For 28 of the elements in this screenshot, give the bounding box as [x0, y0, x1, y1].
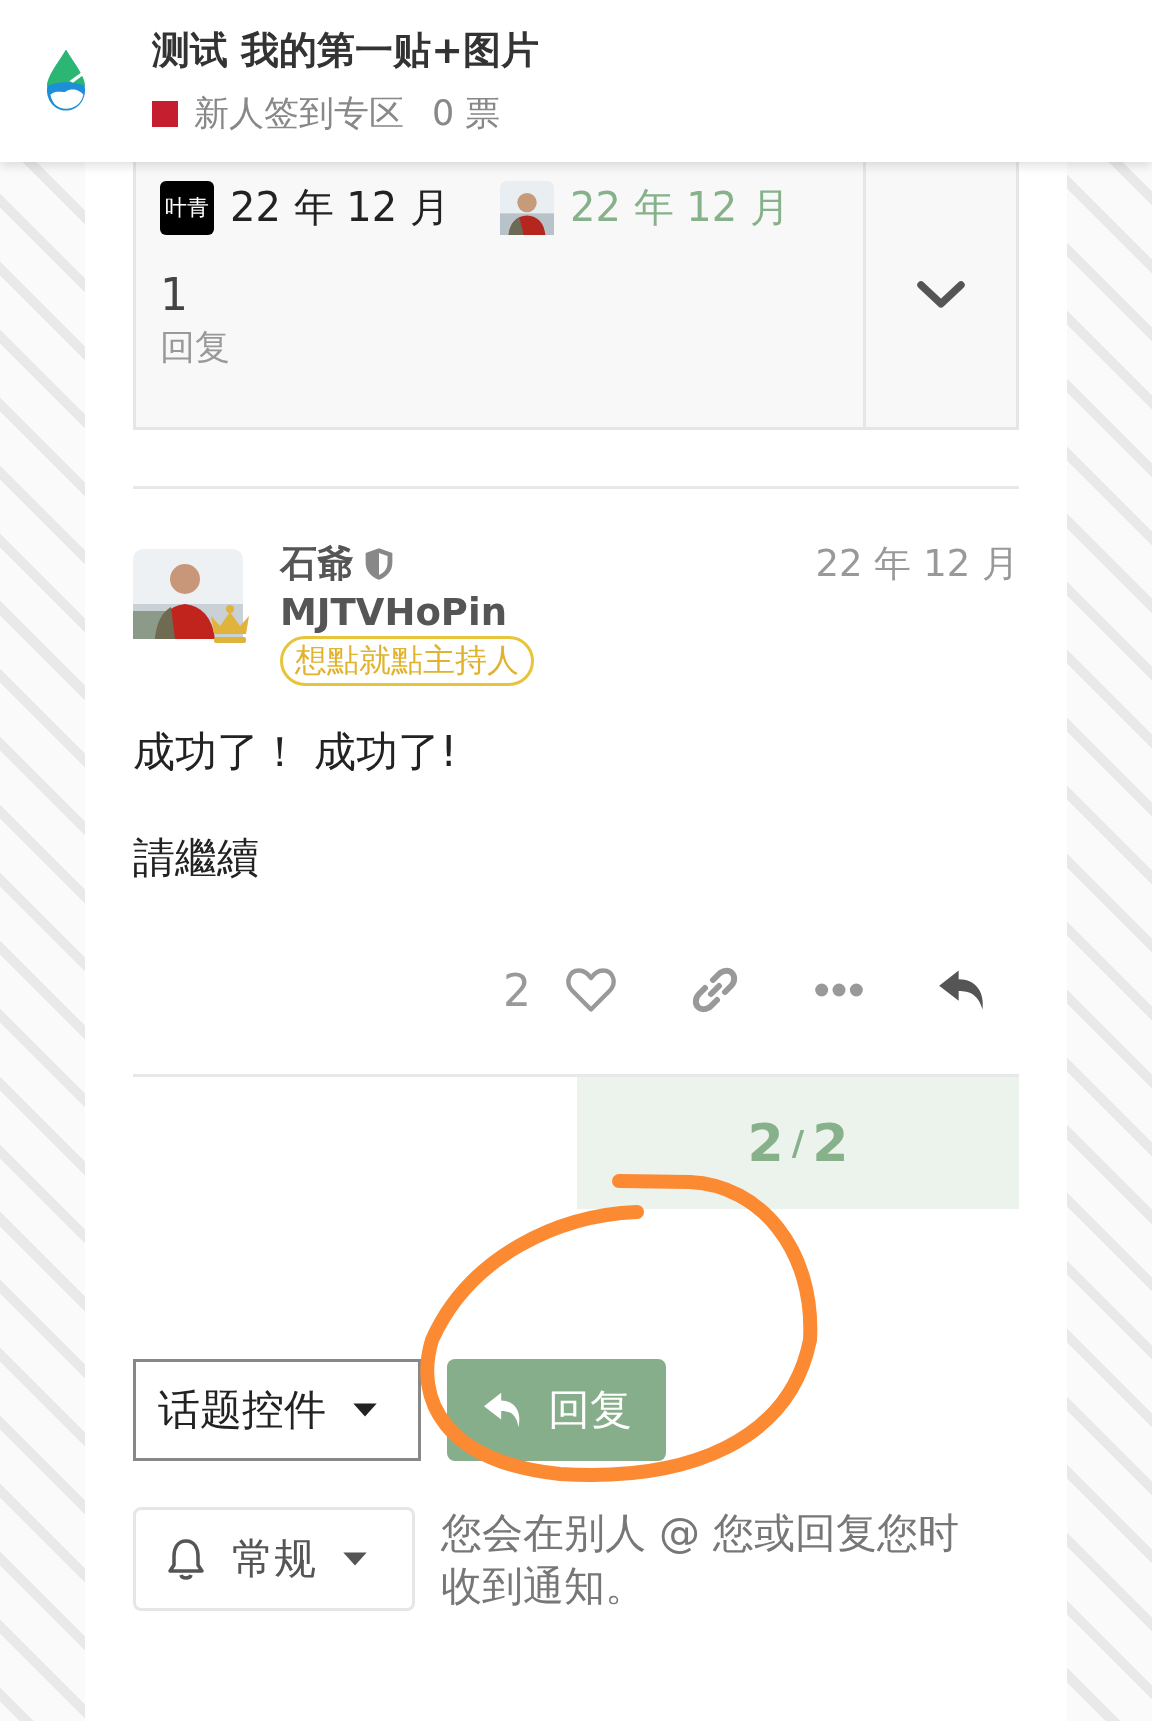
shield-icon — [364, 547, 394, 581]
vote-count: 0 票 — [432, 92, 501, 135]
like-count[interactable]: 2 — [503, 964, 531, 1016]
post-progress-indicator[interactable]: 2/2 — [577, 1077, 1019, 1209]
notification-level-dropdown[interactable]: 常规 — [133, 1507, 415, 1611]
caret-icon — [352, 1402, 378, 1418]
bell-icon — [166, 1537, 206, 1581]
post-paragraph: 成功了！ 成功了! — [133, 726, 459, 778]
notification-description: 您会在别人 @ 您或回复您时收到通知。 — [441, 1508, 961, 1613]
post-date[interactable]: 22 年 12 月 — [815, 539, 1019, 589]
author-name[interactable]: 石爺 — [280, 539, 354, 589]
heart-icon — [565, 966, 617, 1014]
user-flair: 想點就點主持人 — [280, 636, 534, 686]
avatar-icon: 叶青 — [160, 180, 214, 235]
caret-icon — [342, 1551, 368, 1567]
author-username[interactable]: MJTVHoPin — [280, 591, 507, 634]
post-paragraph: 請繼續 — [133, 832, 260, 884]
last-reply-date[interactable]: 22 年 12 月 — [569, 180, 790, 235]
topic-controls-dropdown[interactable]: 话题控件 — [133, 1359, 421, 1461]
category-link[interactable]: 新人签到专区 — [194, 90, 404, 137]
reply-count: 1 — [160, 269, 189, 320]
reply-label: 回复 — [160, 326, 231, 369]
more-icon — [813, 981, 865, 999]
crown-icon — [208, 604, 252, 644]
chevron-icon — [916, 279, 966, 310]
reply-button[interactable]: 回复 — [447, 1359, 666, 1461]
topic-title: 测试 我的第一贴+图片 — [152, 27, 540, 74]
created-date: 22 年 12 月 — [230, 183, 450, 232]
